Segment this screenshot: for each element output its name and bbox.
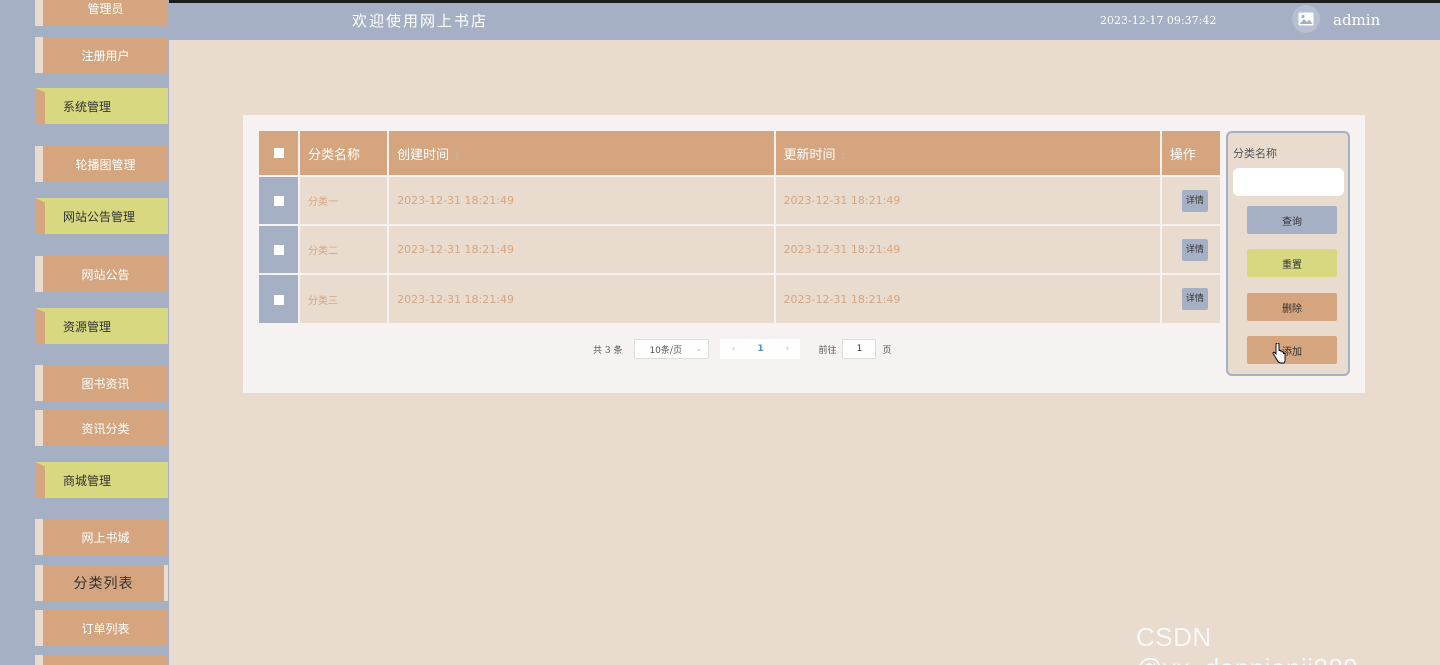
cell-name: 分类一 bbox=[299, 175, 390, 225]
col-header-name[interactable]: 分类名称 bbox=[299, 131, 390, 176]
cell-name: 分类三 bbox=[299, 273, 390, 323]
sidebar-item-resource-management[interactable]: 资源管理 bbox=[35, 308, 168, 344]
detail-button[interactable]: 详情 bbox=[1181, 189, 1208, 212]
cell-updated: 2023-12-31 18:21:49 bbox=[774, 273, 1162, 323]
col-header-updated[interactable]: 更新时间 ⇕ bbox=[774, 131, 1162, 176]
sidebar-item-online-bookstore[interactable]: 网上书城 bbox=[35, 519, 168, 555]
row-select-cell bbox=[259, 175, 301, 225]
cell-name: 分类二 bbox=[299, 224, 390, 274]
sidebar-item-order-list[interactable]: 订单列表 bbox=[35, 610, 168, 646]
cell-created: 2023-12-31 18:21:49 bbox=[388, 175, 776, 225]
row-select-cell bbox=[259, 273, 301, 323]
category-name-label: 分类名称 bbox=[1233, 147, 1277, 160]
cell-updated: 2023-12-31 18:21:49 bbox=[774, 224, 1162, 274]
page-size-value: 10条/页 bbox=[649, 345, 682, 356]
sidebar: 管理员 注册用户 系统管理 轮播图管理 网站公告管理 网站公告 资源管理 图书资… bbox=[35, 0, 169, 665]
delete-button[interactable]: 删除 bbox=[1247, 293, 1337, 321]
sidebar-item-label: 订单列表 bbox=[81, 621, 130, 636]
row-checkbox[interactable] bbox=[273, 196, 284, 206]
sidebar-item-system-management[interactable]: 系统管理 bbox=[35, 88, 168, 124]
sidebar-item-label: 网站公告 bbox=[81, 267, 130, 282]
left-strip bbox=[0, 0, 35, 665]
sidebar-item-book-news[interactable]: 图书资讯 bbox=[35, 365, 168, 401]
username[interactable]: admin bbox=[1333, 11, 1380, 29]
chevron-right-icon: › bbox=[785, 344, 790, 354]
sidebar-item-registered-users[interactable]: 注册用户 bbox=[35, 37, 168, 73]
hand-cursor-icon bbox=[1272, 343, 1286, 364]
cell-created: 2023-12-31 18:21:49 bbox=[388, 273, 776, 323]
detail-button[interactable]: 详情 bbox=[1181, 288, 1208, 310]
reset-button[interactable]: 重置 bbox=[1247, 249, 1337, 277]
goto-label: 前往 bbox=[818, 345, 837, 356]
app-title: 欢迎使用网上书店 bbox=[352, 12, 489, 30]
table-header-row: 分类名称 创建时间 ⇕ 更新时间 ⇕ 操作 bbox=[259, 131, 1223, 176]
sidebar-item-news-category[interactable]: 资讯分类 bbox=[35, 410, 168, 446]
cell-action: 详情 bbox=[1160, 224, 1223, 274]
sidebar-item-label: 图书资讯 bbox=[81, 376, 130, 391]
add-button[interactable]: 添加 bbox=[1247, 336, 1337, 364]
pagination: 共 3 条 10条/页 ⌄ ‹ 1 › 前往 1 页 bbox=[593, 339, 891, 359]
sidebar-item-notice[interactable]: 网站公告 bbox=[35, 256, 168, 292]
sidebar-item-carousel-management[interactable]: 轮播图管理 bbox=[35, 146, 168, 182]
prev-page-button[interactable]: ‹ bbox=[720, 339, 747, 359]
category-name-input[interactable] bbox=[1233, 168, 1344, 196]
sidebar-item-label: 分类列表 bbox=[73, 576, 134, 592]
cell-updated: 2023-12-31 18:21:49 bbox=[774, 175, 1162, 225]
avatar[interactable] bbox=[1292, 5, 1320, 33]
sidebar-item-more[interactable] bbox=[35, 655, 168, 665]
category-table: 分类名称 创建时间 ⇕ 更新时间 ⇕ 操作 分类一 2023-12-31 18:21… bbox=[259, 131, 1223, 323]
sidebar-item-category-list[interactable]: 分类列表 bbox=[35, 565, 168, 601]
watermark: CSDN @vx_danpianji889 bbox=[1136, 622, 1358, 665]
row-select-cell bbox=[259, 224, 301, 274]
col-header-created[interactable]: 创建时间 ⇕ bbox=[388, 131, 776, 176]
row-checkbox[interactable] bbox=[273, 294, 284, 305]
content-panel: 分类名称 创建时间 ⇕ 更新时间 ⇕ 操作 分类一 2023-12-31 18:21… bbox=[243, 115, 1365, 393]
sidebar-item-label: 资讯分类 bbox=[81, 421, 130, 436]
table-row: 分类二 2023-12-31 18:21:49 2023-12-31 18:21… bbox=[259, 224, 1223, 274]
page-size-select[interactable]: 10条/页 ⌄ bbox=[634, 339, 710, 359]
select-all-checkbox[interactable] bbox=[273, 148, 284, 158]
cell-action: 详情 bbox=[1160, 175, 1223, 225]
image-icon bbox=[1298, 12, 1314, 26]
chevron-left-icon: ‹ bbox=[731, 344, 736, 354]
search-form: 分类名称 查询 重置 删除 添加 bbox=[1226, 131, 1350, 376]
sidebar-item-label: 系统管理 bbox=[63, 99, 112, 114]
chevron-down-icon: ⌄ bbox=[694, 344, 703, 354]
sidebar-item-mall-management[interactable]: 商城管理 bbox=[35, 462, 168, 498]
sort-icon[interactable]: ⇕ bbox=[840, 152, 848, 162]
select-all-cell bbox=[259, 131, 301, 176]
pagination-total: 共 3 条 bbox=[593, 345, 623, 356]
table-row: 分类三 2023-12-31 18:21:49 2023-12-31 18:21… bbox=[259, 273, 1223, 323]
sidebar-item-label: 网上书城 bbox=[81, 530, 130, 545]
sort-icon[interactable]: ⇕ bbox=[453, 152, 461, 162]
table-row: 分类一 2023-12-31 18:21:49 2023-12-31 18:21… bbox=[259, 175, 1223, 225]
col-header-action: 操作 bbox=[1160, 131, 1223, 176]
sidebar-item-label: 轮播图管理 bbox=[75, 157, 136, 172]
goto-page-input[interactable]: 1 bbox=[842, 339, 877, 359]
sidebar-item-notice-management[interactable]: 网站公告管理 bbox=[35, 198, 168, 234]
query-button[interactable]: 查询 bbox=[1247, 206, 1337, 234]
sidebar-item-label: 管理员 bbox=[87, 1, 124, 16]
sidebar-item-label: 网站公告管理 bbox=[63, 209, 136, 224]
cell-created: 2023-12-31 18:21:49 bbox=[388, 224, 776, 274]
page-suffix-label: 页 bbox=[882, 345, 892, 356]
detail-button[interactable]: 详情 bbox=[1181, 238, 1208, 261]
sidebar-item-admin[interactable]: 管理员 bbox=[35, 0, 168, 26]
sidebar-item-label: 资源管理 bbox=[63, 319, 112, 334]
sidebar-item-label: 商城管理 bbox=[63, 473, 112, 488]
cell-action: 详情 bbox=[1160, 273, 1223, 323]
page-number-current[interactable]: 1 bbox=[746, 339, 775, 359]
header: 欢迎使用网上书店 2023-12-17 09:37:42 admin bbox=[169, 3, 1440, 40]
header-datetime: 2023-12-17 09:37:42 bbox=[1100, 14, 1217, 27]
row-checkbox[interactable] bbox=[273, 245, 284, 255]
next-page-button[interactable]: › bbox=[774, 339, 801, 359]
sidebar-item-label: 注册用户 bbox=[81, 48, 130, 63]
